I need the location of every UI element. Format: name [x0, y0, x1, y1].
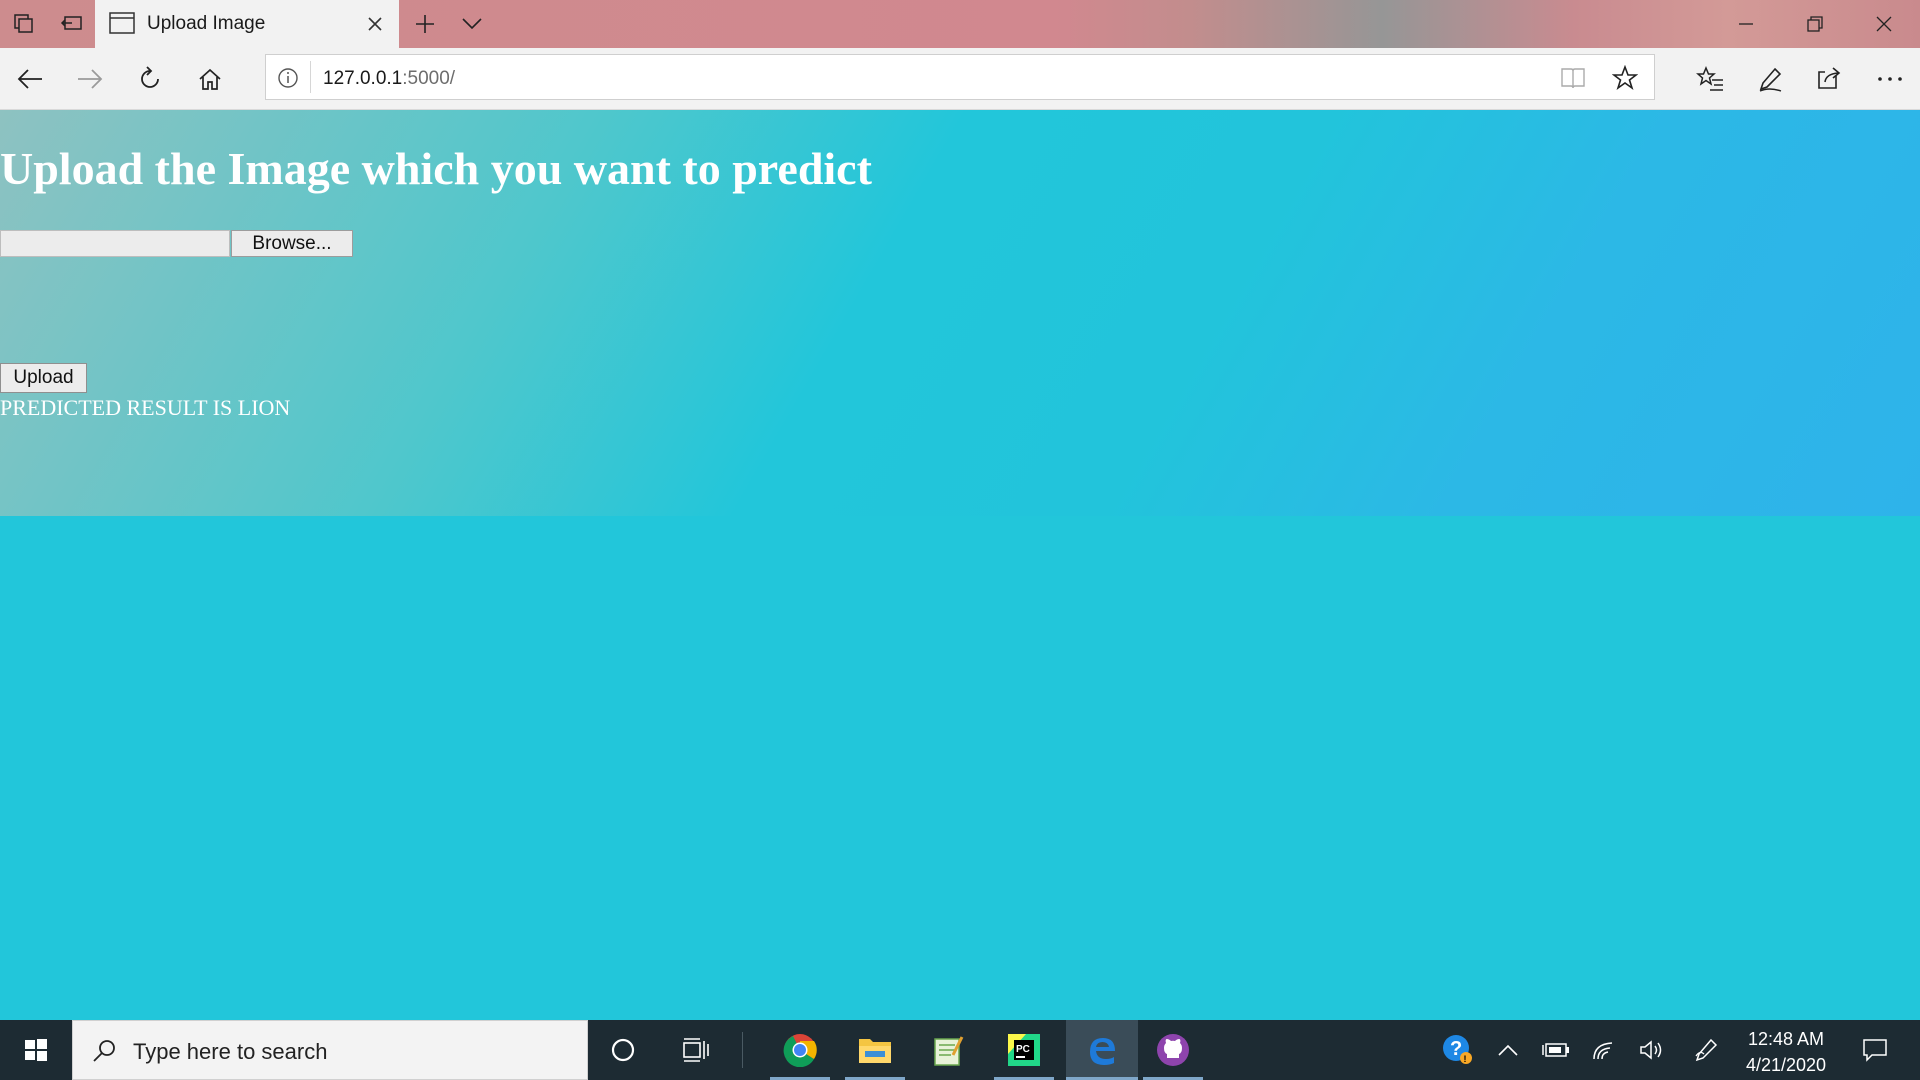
address-path: :5000/ — [402, 68, 456, 89]
restore-tabs-icon[interactable] — [48, 0, 96, 48]
web-notes-icon[interactable] — [1746, 55, 1794, 103]
share-icon[interactable] — [1805, 55, 1853, 103]
browser-titlebar: Upload Image — [0, 0, 1920, 48]
new-tab-icon[interactable] — [401, 0, 449, 48]
cortana-icon[interactable] — [593, 1020, 653, 1080]
notepad-icon[interactable] — [918, 1020, 978, 1080]
address-divider — [310, 61, 311, 93]
address-url[interactable]: 127.0.0.1:5000/ — [323, 68, 455, 90]
close-tab-icon[interactable] — [363, 12, 387, 36]
favorites-hub-icon[interactable] — [1686, 55, 1734, 103]
windows-taskbar: Type here to search PC ?! 12:48 AM 4/21/… — [0, 1020, 1920, 1080]
reading-view-icon[interactable] — [1560, 66, 1586, 90]
prediction-result: PREDICTED RESULT IS LION — [0, 395, 291, 420]
back-icon[interactable] — [6, 55, 54, 103]
task-view-icon[interactable] — [666, 1020, 726, 1080]
close-window-icon[interactable] — [1850, 0, 1918, 48]
battery-icon[interactable] — [1536, 1020, 1576, 1080]
browser-tab-active[interactable]: Upload Image — [95, 0, 399, 48]
address-host: 127.0.0.1 — [323, 68, 403, 89]
chevron-up-icon[interactable] — [1488, 1020, 1528, 1080]
github-desktop-icon[interactable] — [1143, 1020, 1203, 1080]
pen-icon[interactable] — [1686, 1020, 1726, 1080]
pycharm-icon[interactable]: PC — [994, 1020, 1054, 1080]
forward-icon[interactable] — [66, 55, 114, 103]
svg-text:PC: PC — [1016, 1044, 1030, 1055]
minimize-icon[interactable] — [1712, 0, 1780, 48]
taskbar-clock[interactable]: 12:48 AM 4/21/2020 — [1728, 1026, 1844, 1078]
edge-icon[interactable] — [1066, 1020, 1138, 1080]
clock-time: 12:48 AM — [1747, 1029, 1825, 1049]
taskbar-separator — [742, 1032, 743, 1068]
taskbar-search-box[interactable]: Type here to search — [72, 1020, 588, 1080]
address-bar[interactable]: 127.0.0.1:5000/ — [265, 54, 1655, 100]
action-center-icon[interactable] — [1850, 1020, 1900, 1080]
browser-navbar: 127.0.0.1:5000/ — [0, 48, 1920, 110]
chrome-icon[interactable] — [770, 1020, 830, 1080]
tab-preview-chevron-icon[interactable] — [448, 0, 496, 48]
browse-button[interactable]: Browse... — [231, 230, 353, 257]
restore-window-icon[interactable] — [1781, 0, 1849, 48]
favorite-star-icon[interactable] — [1612, 65, 1638, 91]
clock-date: 4/21/2020 — [1745, 1055, 1827, 1075]
page-content: Upload the Image which you want to predi… — [0, 110, 1920, 516]
page-icon — [109, 12, 135, 34]
volume-icon[interactable] — [1632, 1020, 1672, 1080]
home-icon[interactable] — [186, 55, 234, 103]
search-icon — [93, 1040, 115, 1062]
windows-start-icon[interactable] — [0, 1020, 72, 1080]
page-heading: Upload the Image which you want to predi… — [0, 143, 872, 194]
set-aside-tabs-icon[interactable] — [0, 0, 48, 48]
help-icon[interactable]: ?! — [1438, 1020, 1478, 1080]
refresh-icon[interactable] — [126, 55, 174, 103]
site-info-icon[interactable] — [276, 66, 300, 90]
file-input-field[interactable] — [0, 230, 230, 257]
more-options-icon[interactable] — [1866, 55, 1914, 103]
tab-title: Upload Image — [147, 13, 266, 34]
svg-text:!: ! — [1464, 1054, 1467, 1064]
file-explorer-icon[interactable] — [845, 1020, 905, 1080]
wifi-icon[interactable] — [1585, 1020, 1625, 1080]
search-placeholder: Type here to search — [133, 1039, 328, 1064]
upload-button[interactable]: Upload — [0, 363, 87, 393]
